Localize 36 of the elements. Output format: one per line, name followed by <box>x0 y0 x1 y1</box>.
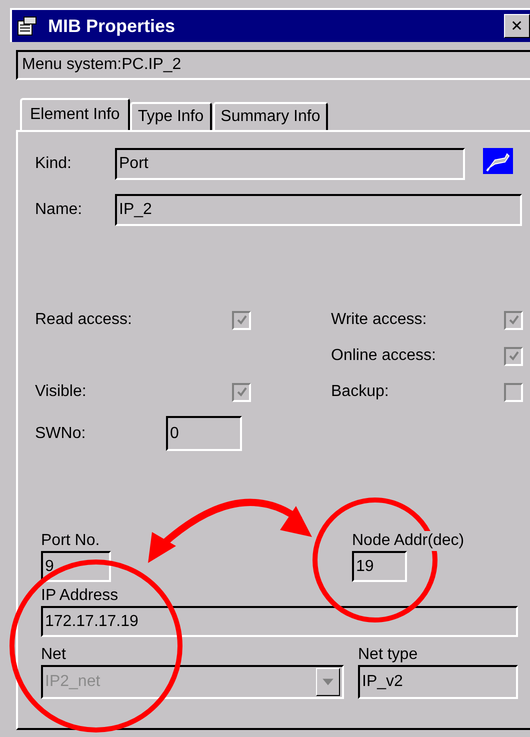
checkbox[interactable] <box>232 310 251 330</box>
field-label: Kind: <box>35 155 72 173</box>
checkbox-label: Read access: <box>35 311 133 329</box>
check-icon <box>506 313 520 327</box>
window-title: MIB Properties <box>48 16 176 36</box>
field-label: IP Address <box>41 586 120 606</box>
field-label: Net <box>41 645 67 665</box>
node-address-field[interactable]: 19 <box>352 551 407 582</box>
swno-field[interactable]: 0 <box>166 416 242 451</box>
document-icon <box>16 15 38 37</box>
name-field[interactable]: IP_2 <box>115 194 522 226</box>
ip-address-field[interactable]: 172.17.17.19 <box>41 606 518 637</box>
check-icon <box>234 313 248 327</box>
field-label: SWNo: <box>35 424 87 442</box>
field-label: Name: <box>35 201 84 219</box>
checkbox-label: Online access: <box>331 347 437 365</box>
close-button[interactable]: ✕ <box>504 14 530 38</box>
plug-icon[interactable] <box>483 148 513 174</box>
field-label: Node Addr(dec) <box>352 531 464 551</box>
field-label: Net type <box>358 645 419 665</box>
field-label: Port No. <box>41 531 101 551</box>
path-field: Menu system:PC.IP_2 <box>16 50 530 80</box>
checkbox[interactable] <box>504 310 523 330</box>
tab[interactable]: Summary Info <box>212 102 328 130</box>
tab[interactable]: Type Info <box>130 102 212 130</box>
kind-field[interactable]: Port <box>115 148 465 180</box>
checkbox-label: Write access: <box>331 311 428 329</box>
checkbox-label: Backup: <box>331 383 390 401</box>
checkbox[interactable] <box>504 346 523 366</box>
tab[interactable]: Element Info <box>20 98 130 130</box>
checkbox[interactable] <box>232 382 251 402</box>
checkbox[interactable] <box>504 382 523 402</box>
checkbox-label: Visible: <box>35 383 88 401</box>
net-type-field[interactable]: IP_v2 <box>358 665 518 699</box>
check-icon <box>506 349 520 363</box>
check-icon <box>234 385 248 399</box>
